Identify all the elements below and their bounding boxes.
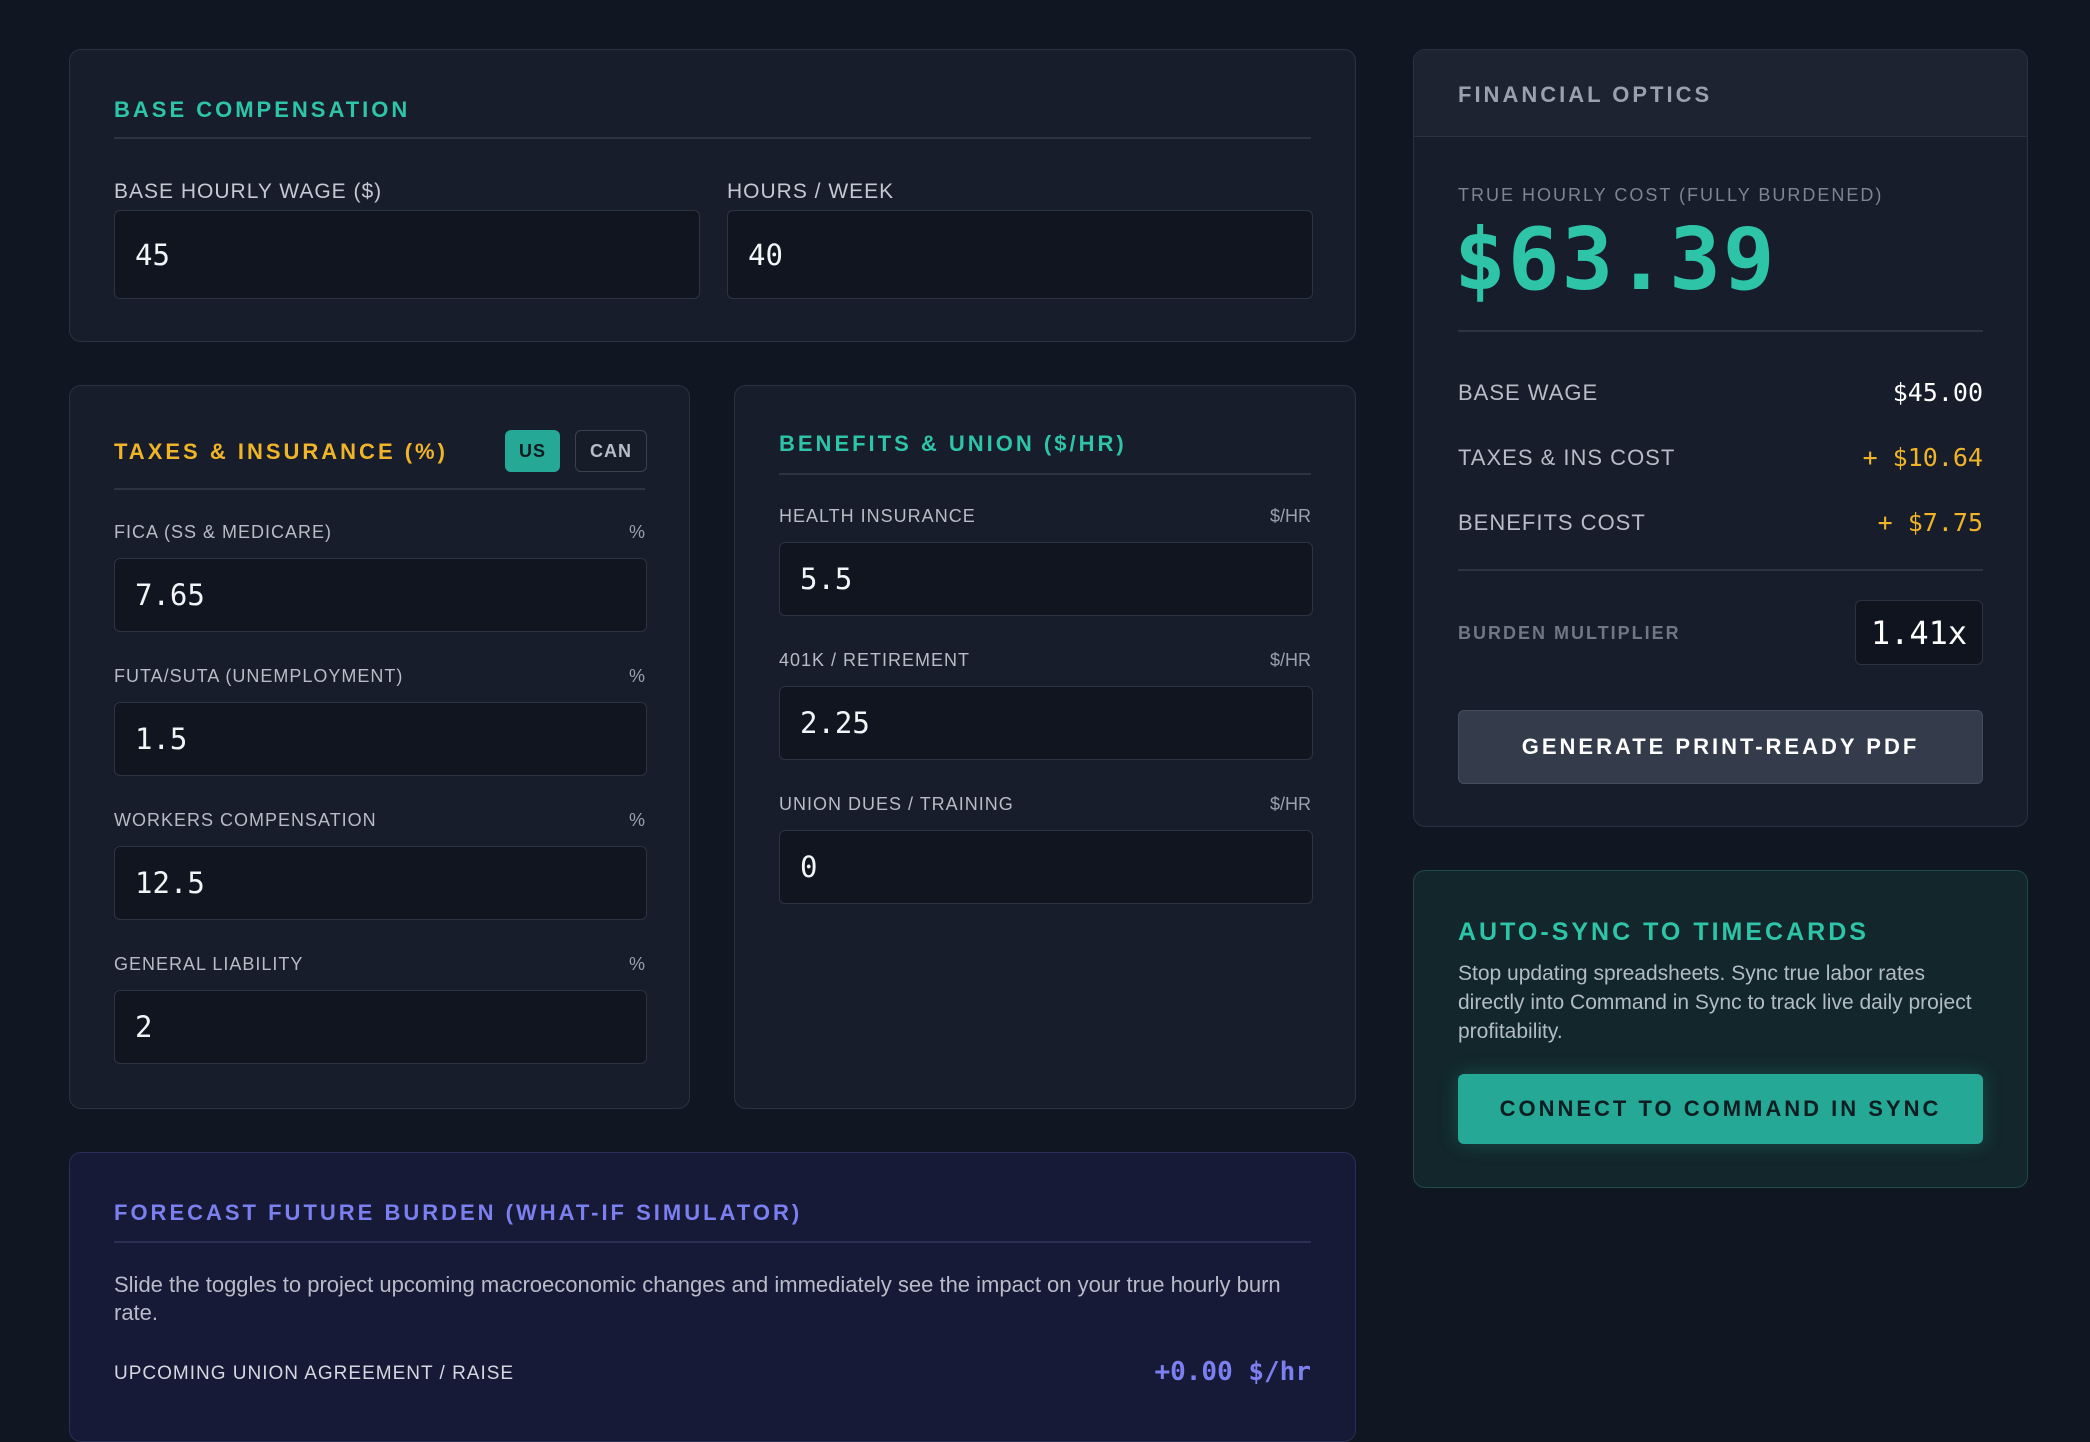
union-dues-unit: $/HR (1269, 794, 1311, 814)
health-insurance-label: HEALTH INSURANCE (779, 506, 976, 526)
futa-unit: % (628, 666, 645, 686)
health-insurance-input[interactable]: 5.5 (779, 542, 1313, 616)
base-wage-input[interactable]: 45 (114, 210, 700, 299)
taxes-cost-value: + $10.64 (1862, 443, 1983, 472)
health-insurance-unit: $/HR (1269, 506, 1311, 526)
benefits-union-card: BENEFITS & UNION ($/HR) HEALTH INSURANCE… (734, 385, 1356, 1109)
union-dues-label: UNION DUES / TRAINING (779, 794, 1014, 814)
toggle-us[interactable]: US (505, 430, 560, 472)
union-dues-input[interactable]: 0 (779, 830, 1313, 904)
financial-optics-card: FINANCIAL OPTICS TRUE HOURLY COST (FULLY… (1413, 49, 2028, 827)
auto-sync-card: AUTO-SYNC TO TIMECARDS Stop updating spr… (1413, 870, 2028, 1188)
retirement-input[interactable]: 2.25 (779, 686, 1313, 760)
retirement-unit: $/HR (1269, 650, 1311, 670)
taxes-cost-label: TAXES & INS COST (1458, 445, 1676, 470)
general-liability-input[interactable]: 2 (114, 990, 647, 1064)
workers-comp-input[interactable]: 12.5 (114, 846, 647, 920)
base-compensation-card: BASE COMPENSATION BASE HOURLY WAGE ($) 4… (69, 49, 1356, 342)
fica-label: FICA (SS & MEDICARE) (114, 522, 333, 542)
burden-multiplier-value: 1.41x (1855, 600, 1983, 665)
auto-sync-description: Stop updating spreadsheets. Sync true la… (1458, 962, 1972, 1043)
base-wage-value: $45.00 (1892, 378, 1983, 407)
taxes-insurance-card: TAXES & INSURANCE (%) US CAN FICA (SS & … (69, 385, 690, 1109)
fica-unit: % (628, 522, 645, 542)
benefits-cost-label: BENEFITS COST (1458, 510, 1646, 535)
retirement-label: 401K / RETIREMENT (779, 650, 971, 670)
workers-comp-unit: % (628, 810, 645, 830)
true-cost-label: TRUE HOURLY COST (FULLY BURDENED) (1458, 185, 1884, 205)
futa-input[interactable]: 1.5 (114, 702, 647, 776)
divider (779, 473, 1311, 475)
true-cost-value: $63.39 (1454, 210, 1777, 310)
divider (1458, 330, 1983, 332)
toggle-can[interactable]: CAN (575, 430, 647, 472)
benefits-title: BENEFITS & UNION ($/HR) (779, 431, 1127, 456)
divider (114, 137, 1311, 139)
general-liability-label: GENERAL LIABILITY (114, 954, 304, 974)
auto-sync-title: AUTO-SYNC TO TIMECARDS (1458, 918, 1869, 946)
divider (114, 1241, 1311, 1243)
general-liability-unit: % (628, 954, 645, 974)
hours-week-input[interactable]: 40 (727, 210, 1313, 299)
taxes-title: TAXES & INSURANCE (%) (114, 439, 448, 464)
hours-label: HOURS / WEEK (727, 180, 895, 203)
forecast-title: FORECAST FUTURE BURDEN (WHAT-IF SIMULATO… (114, 1200, 803, 1225)
generate-pdf-button[interactable]: GENERATE PRINT-READY PDF (1458, 710, 1983, 784)
divider (114, 488, 645, 490)
divider (1458, 569, 1983, 571)
base-compensation-title: BASE COMPENSATION (114, 97, 411, 122)
raise-value: +0.00 $/hr (1154, 1357, 1311, 1387)
connect-command-in-sync-button[interactable]: CONNECT TO COMMAND IN SYNC (1458, 1074, 1983, 1144)
forecast-card: FORECAST FUTURE BURDEN (WHAT-IF SIMULATO… (69, 1152, 1356, 1442)
fica-input[interactable]: 7.65 (114, 558, 647, 632)
forecast-description: Slide the toggles to project upcoming ma… (114, 1272, 1281, 1325)
burden-multiplier-label: BURDEN MULTIPLIER (1458, 623, 1681, 643)
optics-header: FINANCIAL OPTICS (1458, 82, 1713, 107)
base-wage-label: BASE WAGE (1458, 380, 1599, 405)
futa-label: FUTA/SUTA (UNEMPLOYMENT) (114, 666, 404, 686)
raise-label: UPCOMING UNION AGREEMENT / RAISE (114, 1363, 515, 1384)
workers-comp-label: WORKERS COMPENSATION (114, 810, 377, 830)
benefits-cost-value: + $7.75 (1877, 508, 1983, 537)
optics-header-bar: FINANCIAL OPTICS (1414, 50, 2027, 137)
wage-label: BASE HOURLY WAGE ($) (114, 180, 383, 203)
